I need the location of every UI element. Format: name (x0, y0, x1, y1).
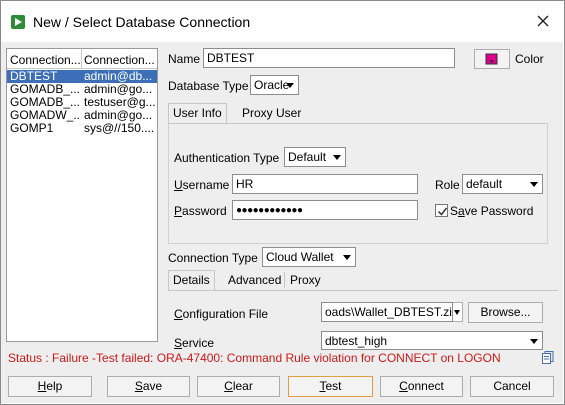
database-type-select[interactable]: Oracle (250, 75, 299, 95)
tab-separator (284, 272, 285, 288)
chevron-down-icon (286, 83, 294, 88)
role-label: Role (435, 178, 460, 192)
service-select[interactable]: dbtest_high (321, 331, 543, 350)
connection-name: GOMADB_... (10, 83, 80, 96)
close-icon[interactable] (533, 11, 553, 31)
save-password-label-rest: ve Password (464, 204, 534, 218)
connections-table[interactable]: Connection... Connection... DBTEST admin… (6, 48, 158, 342)
connection-details: admin@go... (84, 109, 153, 122)
column-divider[interactable] (81, 49, 82, 69)
database-connection-icon (11, 15, 25, 29)
role-select[interactable]: default (462, 174, 543, 194)
column-header-connection-name[interactable]: Connection... (10, 53, 80, 67)
help-button[interactable]: Help (8, 376, 92, 397)
chevron-down-icon (333, 155, 341, 160)
table-row[interactable]: GOMP1 sys@//150.... (7, 122, 157, 135)
chevron-down-icon (343, 255, 351, 260)
connection-type-value: Cloud Wallet (266, 250, 334, 264)
password-input[interactable]: ●●●●●●●●●●●● (232, 200, 418, 220)
connection-name: DBTEST (10, 70, 58, 83)
browse-button[interactable]: Browse... (468, 302, 543, 323)
chevron-down-icon (454, 310, 460, 315)
name-label: Name (168, 52, 201, 66)
color-swatch-icon (485, 53, 498, 65)
tab-divider (168, 290, 558, 291)
configuration-file-label: Configuration File (174, 307, 269, 321)
authentication-type-label: Authentication Type (174, 151, 280, 165)
color-label: Color (515, 52, 544, 66)
tab-details[interactable]: Details (168, 270, 215, 290)
help-button-rest: elp (46, 379, 63, 393)
name-input[interactable]: DBTEST (203, 48, 455, 68)
connect-button-rest: onnect (407, 379, 444, 393)
configuration-file-dropdown[interactable] (453, 302, 463, 322)
test-button[interactable]: Test (288, 376, 373, 397)
password-label: Password (174, 204, 227, 218)
table-row[interactable]: GOMADB_... testuser@g... (7, 96, 157, 109)
clear-button-rest: lear (232, 379, 253, 393)
checkmark-icon (437, 207, 448, 216)
database-type-value: Oracle (254, 78, 290, 92)
table-row[interactable]: GOMADW_... admin@go... (7, 109, 157, 122)
authentication-type-value: Default (288, 150, 327, 164)
service-value: dbtest_high (325, 334, 388, 348)
clear-button[interactable]: Clear (197, 376, 280, 397)
role-value: default (466, 177, 503, 191)
username-input[interactable]: HR (232, 174, 418, 194)
column-header-connection-details[interactable]: Connection... (84, 53, 156, 67)
save-password-checkbox[interactable] (435, 204, 448, 217)
connection-type-select[interactable]: Cloud Wallet (262, 247, 356, 267)
tab-user-info[interactable]: User Info (168, 103, 227, 123)
service-label: Service (174, 336, 215, 350)
copy-log-icon[interactable] (542, 351, 554, 364)
connection-details: sys@//150.... (84, 122, 155, 135)
username-label: Username (174, 178, 230, 192)
tab-proxy-user[interactable]: Proxy User (238, 104, 305, 124)
password-label-rest: assword (182, 204, 227, 218)
connection-name: GOMP1 (10, 122, 54, 135)
status-message: Status : Failure -Test failed: ORA-47400… (8, 351, 501, 365)
chevron-down-icon (530, 339, 538, 344)
color-button[interactable] (474, 49, 510, 69)
connection-name: GOMADB_... (10, 96, 80, 109)
configuration-file-label-rest: onfiguration File (182, 307, 269, 321)
database-type-label: Database Type (168, 79, 249, 93)
save-button-rest: ave (142, 379, 163, 393)
chevron-down-icon (530, 182, 538, 187)
table-row[interactable]: DBTEST admin@db... (7, 70, 157, 83)
connect-button[interactable]: Connect (380, 376, 463, 397)
title-bar: New / Select Database Connection (1, 1, 564, 43)
tab-advanced[interactable]: Advanced (224, 271, 285, 291)
window-title: New / Select Database Connection (33, 14, 251, 30)
connection-details: testuser@g... (84, 96, 156, 109)
username-label-rest: sername (182, 178, 230, 192)
table-row[interactable]: GOMADB_... admin@go... (7, 83, 157, 96)
connection-name: GOMADW_... (10, 109, 80, 122)
test-button-rest: est (325, 379, 342, 393)
table-header: Connection... Connection... (7, 49, 157, 69)
save-button[interactable]: Save (107, 376, 190, 397)
service-label-rest: ervice (182, 336, 215, 350)
authentication-type-select[interactable]: Default (284, 147, 346, 167)
connection-type-label: Connection Type (168, 251, 258, 265)
configuration-file-input[interactable]: oads\Wallet_DBTEST.zip (321, 302, 453, 322)
connection-details: admin@db... (84, 70, 153, 83)
cancel-button[interactable]: Cancel (470, 376, 554, 397)
tab-proxy[interactable]: Proxy (286, 271, 325, 291)
save-password-label: Save Password (450, 204, 534, 218)
connection-details: admin@go... (84, 83, 153, 96)
